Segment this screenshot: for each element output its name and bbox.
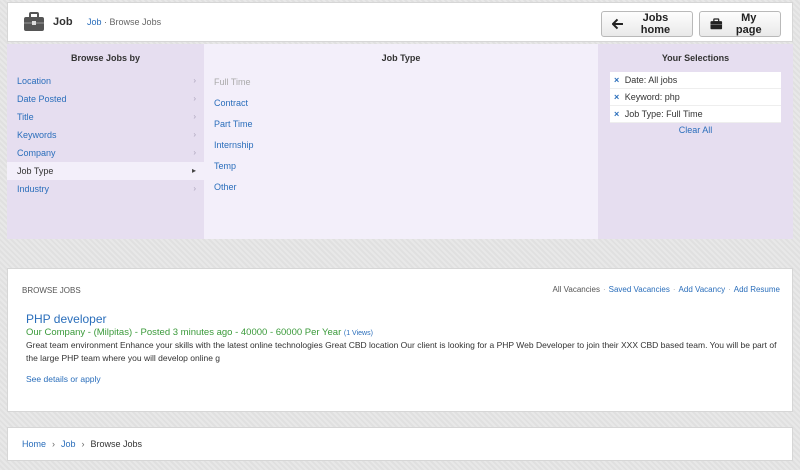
add-vacancy-link[interactable]: Add Vacancy bbox=[679, 285, 726, 294]
my-page-button[interactable]: My page bbox=[699, 11, 781, 37]
category-job-type[interactable]: Job Type ▸ bbox=[7, 162, 204, 180]
category-company[interactable]: Company › bbox=[7, 144, 204, 162]
job-type-column: Job Type Full Time Contract Part Time In… bbox=[204, 44, 598, 239]
remove-selection-icon[interactable]: × bbox=[614, 92, 619, 102]
browse-panel: Browse Jobs by Location › Date Posted › … bbox=[7, 44, 793, 239]
category-keywords[interactable]: Keywords › bbox=[7, 126, 204, 144]
chevron-right-icon: › bbox=[193, 76, 196, 85]
arrow-left-icon bbox=[612, 18, 623, 30]
briefcase-icon bbox=[710, 18, 723, 30]
clear-all-link[interactable]: Clear All bbox=[679, 125, 713, 135]
breadcrumb-job[interactable]: Job bbox=[61, 439, 76, 449]
job-meta-text: Our Company - (Milpitas) - Posted 3 minu… bbox=[26, 327, 342, 338]
chevron-right-icon: › bbox=[193, 112, 196, 121]
add-resume-link[interactable]: Add Resume bbox=[734, 285, 780, 294]
option-full-time: Full Time bbox=[214, 77, 251, 87]
option-temp[interactable]: Temp bbox=[204, 156, 598, 177]
chevron-right-icon: › bbox=[193, 130, 196, 139]
browse-jobs-results: BROWSE JOBS All Vacancies · Saved Vacancie… bbox=[7, 268, 793, 412]
job-description: Great team environment Enhance your skil… bbox=[26, 340, 777, 363]
category-date-posted[interactable]: Date Posted › bbox=[7, 90, 204, 108]
option-part-time[interactable]: Part Time bbox=[204, 114, 598, 135]
option-contract[interactable]: Contract bbox=[204, 93, 598, 114]
selection-item: × Job Type: Full Time bbox=[610, 106, 781, 123]
saved-vacancies-link[interactable]: Saved Vacancies bbox=[609, 285, 670, 294]
jobs-home-label: Jobs home bbox=[640, 12, 671, 36]
chevron-right-icon: › bbox=[193, 94, 196, 103]
header-breadcrumb: Job · Browse Jobs bbox=[87, 17, 161, 27]
jobs-home-button[interactable]: Jobs home bbox=[601, 11, 693, 37]
category-title[interactable]: Title › bbox=[7, 108, 204, 126]
job-views: (1 Views) bbox=[343, 330, 373, 337]
option-internship[interactable]: Internship bbox=[204, 135, 598, 156]
results-title: BROWSE JOBS bbox=[22, 286, 81, 295]
selections-heading: Your Selections bbox=[661, 53, 730, 63]
selections-list: × Date: All jobs × Keyword: php × Job Ty… bbox=[610, 72, 781, 123]
selections-column: Your Selections × Date: All jobs × Keywo… bbox=[598, 44, 793, 239]
page-header: Job Job · Browse Jobs Jobs home My page bbox=[7, 2, 793, 42]
browse-by-column: Browse Jobs by Location › Date Posted › … bbox=[7, 44, 204, 239]
header-crumb-job-link[interactable]: Job bbox=[87, 17, 102, 27]
selection-item: × Keyword: php bbox=[610, 89, 781, 106]
category-industry[interactable]: Industry › bbox=[7, 180, 204, 198]
remove-selection-icon[interactable]: × bbox=[614, 75, 619, 85]
briefcase-icon bbox=[24, 12, 44, 31]
option-other[interactable]: Other bbox=[204, 177, 598, 198]
all-vacancies-label: All Vacancies bbox=[552, 285, 600, 294]
breadcrumb-home[interactable]: Home bbox=[22, 439, 46, 449]
clear-all-row: Clear All bbox=[598, 123, 793, 137]
link-sep: · bbox=[602, 285, 606, 294]
link-sep: · bbox=[728, 285, 731, 294]
remove-selection-icon[interactable]: × bbox=[614, 109, 619, 119]
chevron-right-icon: › bbox=[52, 439, 56, 449]
breadcrumb: Home › Job › Browse Jobs bbox=[7, 427, 793, 461]
breadcrumb-current: Browse Jobs bbox=[90, 439, 143, 449]
category-location[interactable]: Location › bbox=[7, 72, 204, 90]
header-crumb-sep: · bbox=[104, 17, 108, 27]
link-sep: · bbox=[672, 285, 676, 294]
brand-title: Job bbox=[53, 16, 73, 28]
triangle-right-icon: ▸ bbox=[191, 166, 196, 175]
results-links: All Vacancies · Saved Vacancies · Add Vacanc… bbox=[553, 285, 780, 294]
see-details-link[interactable]: See details or apply bbox=[26, 374, 101, 384]
chevron-right-icon: › bbox=[193, 184, 196, 193]
my-page-label: My page bbox=[735, 12, 762, 36]
chevron-right-icon: › bbox=[81, 439, 85, 449]
header-crumb-current: Browse Jobs bbox=[109, 17, 162, 27]
job-type-heading: Job Type bbox=[381, 53, 421, 63]
job-title-link[interactable]: PHP developer bbox=[26, 312, 107, 326]
browse-by-heading: Browse Jobs by bbox=[70, 53, 141, 63]
selection-item: × Date: All jobs bbox=[610, 72, 781, 89]
job-meta: Our Company - (Milpitas) - Posted 3 minu… bbox=[26, 327, 373, 338]
chevron-right-icon: › bbox=[193, 148, 196, 157]
